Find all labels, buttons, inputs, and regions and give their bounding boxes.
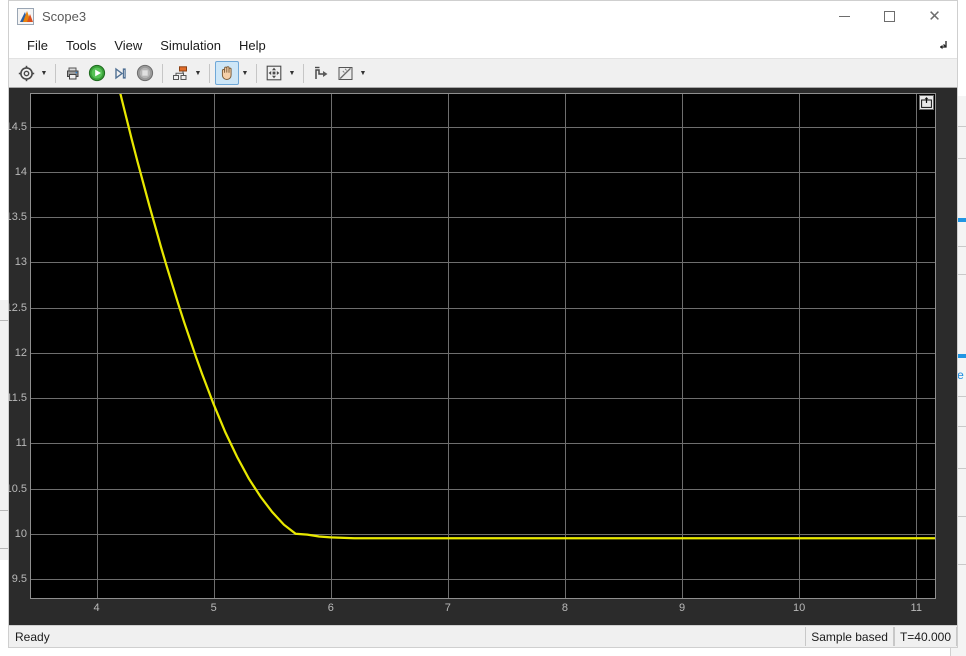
run-button[interactable] [85,61,109,85]
y-tick-label: 10 [15,528,27,540]
configuration-properties-caret[interactable]: ▼ [38,61,50,85]
toolbar-separator [209,64,210,83]
toolbar-separator [303,64,304,83]
status-simulation-time: T=40.000 [894,627,957,646]
y-tick-label: 13.5 [9,211,27,223]
zoom-fit-caret[interactable]: ▼ [286,61,298,85]
configuration-properties-button[interactable] [14,61,38,85]
stop-button[interactable] [133,61,157,85]
signal-trace [31,94,935,598]
toolbar-separator [256,64,257,83]
y-tick-label: 14.5 [9,121,27,133]
title-bar: Scope3 ✕ [9,1,957,32]
scope-axes[interactable]: 9.51010.51111.51212.51313.51414.5 456789… [30,93,936,599]
window-controls: ✕ [822,1,957,32]
measurements-caret[interactable]: ▼ [357,61,369,85]
layout-caret[interactable]: ▼ [192,61,204,85]
matlab-scope-icon [17,8,34,25]
y-tick-label: 11 [16,437,27,449]
status-sample-mode: Sample based [805,627,894,646]
menu-file[interactable]: File [18,35,57,56]
scope-window: Scope3 ✕ File Tools View Simulation Help [8,0,958,648]
measurements-button[interactable] [333,61,357,85]
close-button[interactable]: ✕ [912,1,957,32]
status-ready-label: Ready [9,626,805,647]
layout-button[interactable] [168,61,192,85]
signal-line [97,94,935,538]
dock-float-icon[interactable] [919,95,934,110]
y-tick-label: 9.5 [12,573,27,585]
y-tick-label: 12 [15,347,27,359]
window-title: Scope3 [42,9,86,24]
print-button[interactable] [61,61,85,85]
x-tick-label: 4 [94,602,100,614]
y-tick-label: 12.5 [9,302,27,314]
maximize-button[interactable] [867,1,912,32]
status-bar: Ready Sample based T=40.000 [9,625,957,647]
maximize-icon [884,11,895,22]
x-tick-label: 9 [679,602,685,614]
toolbar-separator [162,64,163,83]
toolbar: ▼ [9,58,957,88]
y-tick-label: 11.5 [9,392,27,404]
chevron-expand-icon[interactable] [935,37,949,51]
menu-bar: File Tools View Simulation Help [9,32,957,58]
x-tick-label: 8 [562,602,568,614]
plot-panel: 9.5 10 10.5 11 11.5 12 12.5 13 13.5 14 14.5 4 5 6 7 8 9… [9,88,957,625]
step-forward-button[interactable] [109,61,133,85]
x-tick-label: 6 [328,602,334,614]
cursor-measurements-button[interactable] [309,61,333,85]
y-tick-label: 13 [15,256,27,268]
menu-tools[interactable]: Tools [57,35,105,56]
x-tick-label: 7 [445,602,451,614]
menu-view[interactable]: View [105,35,151,56]
y-tick-label: 14 [15,166,27,178]
zoom-fit-button[interactable] [262,61,286,85]
x-tick-label: 11 [911,602,922,614]
pan-tool-caret[interactable]: ▼ [239,61,251,85]
minimize-button[interactable] [822,1,867,32]
menu-simulation[interactable]: Simulation [151,35,230,56]
menu-help[interactable]: Help [230,35,275,56]
y-tick-label: 10.5 [9,483,27,495]
toolbar-separator [55,64,56,83]
x-tick-label: 10 [793,602,805,614]
close-icon: ✕ [928,9,941,24]
pan-tool-button[interactable] [215,61,239,85]
x-tick-label: 5 [211,602,217,614]
minimize-icon [839,16,850,17]
